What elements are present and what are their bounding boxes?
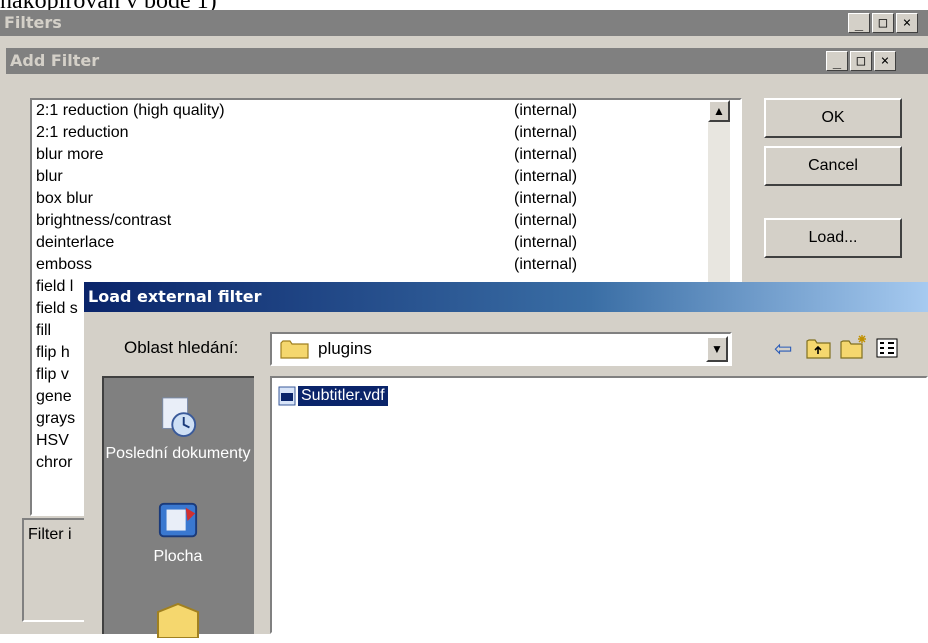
- file-list[interactable]: Subtitler.vdf: [270, 376, 928, 634]
- list-item[interactable]: emboss (internal): [32, 256, 712, 278]
- ok-button[interactable]: OK: [764, 98, 902, 138]
- filter-type: (internal): [514, 146, 578, 163]
- list-item[interactable]: brightness/contrast (internal): [32, 212, 712, 234]
- add-filter-titlebar[interactable]: Add Filter: [6, 48, 928, 74]
- list-item-partial[interactable]: field l: [36, 278, 78, 300]
- recent-documents-icon: [157, 396, 199, 438]
- add-filter-maximize-button[interactable]: □: [850, 51, 872, 71]
- filter-name: emboss: [36, 256, 93, 273]
- view-menu-icon[interactable]: [876, 338, 898, 363]
- filter-type: (internal): [514, 234, 578, 251]
- arrow-up-icon: ▲: [713, 104, 725, 118]
- list-item-partial[interactable]: grays: [36, 410, 78, 432]
- file-icon: [278, 386, 296, 406]
- filter-name: brightness/contrast: [36, 212, 172, 229]
- filter-type: (internal): [514, 256, 578, 273]
- filters-titlebar[interactable]: Filters: [0, 10, 928, 36]
- filters-close-button[interactable]: ×: [896, 13, 918, 33]
- folder-icon[interactable]: [156, 602, 200, 643]
- list-item-partial[interactable]: flip h: [36, 344, 78, 366]
- list-item-partial[interactable]: gene: [36, 388, 78, 410]
- list-item[interactable]: box blur (internal): [32, 190, 712, 212]
- filter-type: (internal): [514, 124, 578, 141]
- back-icon[interactable]: ⇦: [774, 336, 792, 362]
- look-in-label: Oblast hledání:: [124, 338, 239, 357]
- look-in-value: plugins: [318, 339, 372, 358]
- file-item[interactable]: Subtitler.vdf: [278, 385, 389, 407]
- list-item[interactable]: deinterlace (internal): [32, 234, 712, 256]
- filters-title: Filters: [4, 13, 62, 32]
- load-button[interactable]: Load...: [764, 218, 902, 258]
- place-label: Plocha: [153, 548, 203, 565]
- list-item[interactable]: 2:1 reduction (high quality) (internal): [32, 102, 712, 124]
- places-bar: Poslední dokumenty Plocha: [102, 376, 254, 639]
- place-label: Poslední dokumenty: [105, 445, 251, 462]
- filters-minimize-button[interactable]: _: [848, 13, 870, 33]
- filter-name: box blur: [36, 190, 93, 207]
- add-filter-minimize-button[interactable]: _: [826, 51, 848, 71]
- filter-type: (internal): [514, 190, 578, 207]
- load-filter-dialog: Load external filter Oblast hledání: plu…: [84, 282, 928, 639]
- load-filter-titlebar[interactable]: Load external filter: [84, 282, 928, 312]
- filters-maximize-button[interactable]: □: [872, 13, 894, 33]
- list-item-partial[interactable]: field s: [36, 300, 78, 322]
- up-folder-icon[interactable]: [806, 336, 832, 365]
- filter-type: (internal): [514, 102, 578, 119]
- filter-info-label: Filter i: [28, 526, 72, 543]
- folder-icon: [280, 338, 310, 365]
- filter-name: blur: [36, 168, 63, 185]
- filter-name: 2:1 reduction: [36, 124, 129, 141]
- list-item-partial[interactable]: chror: [36, 454, 78, 476]
- filter-name: blur more: [36, 146, 104, 163]
- filter-name: 2:1 reduction (high quality): [36, 102, 225, 119]
- filter-name: deinterlace: [36, 234, 115, 251]
- list-item-partial[interactable]: fill: [36, 322, 78, 344]
- list-item[interactable]: 2:1 reduction (internal): [32, 124, 712, 146]
- desktop-icon: [157, 500, 199, 542]
- new-folder-icon[interactable]: [840, 334, 868, 365]
- filter-type: (internal): [514, 212, 578, 229]
- add-filter-close-button[interactable]: ×: [874, 51, 896, 71]
- file-name: Subtitler.vdf: [297, 385, 389, 407]
- look-in-select[interactable]: plugins ▼: [270, 332, 732, 366]
- cancel-button[interactable]: Cancel: [764, 146, 902, 186]
- place-recent-documents[interactable]: Poslední dokumenty: [104, 396, 252, 464]
- list-item[interactable]: blur more (internal): [32, 146, 712, 168]
- scroll-up-button[interactable]: ▲: [708, 100, 730, 122]
- list-item-partial[interactable]: flip v: [36, 366, 78, 388]
- list-item[interactable]: blur (internal): [32, 168, 712, 190]
- list-item-partial[interactable]: HSV: [36, 432, 78, 454]
- chevron-down-icon: ▼: [711, 342, 723, 356]
- add-filter-title: Add Filter: [10, 51, 100, 70]
- filter-type: (internal): [514, 168, 578, 185]
- dropdown-button[interactable]: ▼: [706, 336, 728, 362]
- place-desktop[interactable]: Plocha: [104, 500, 252, 566]
- load-filter-title: Load external filter: [88, 287, 262, 306]
